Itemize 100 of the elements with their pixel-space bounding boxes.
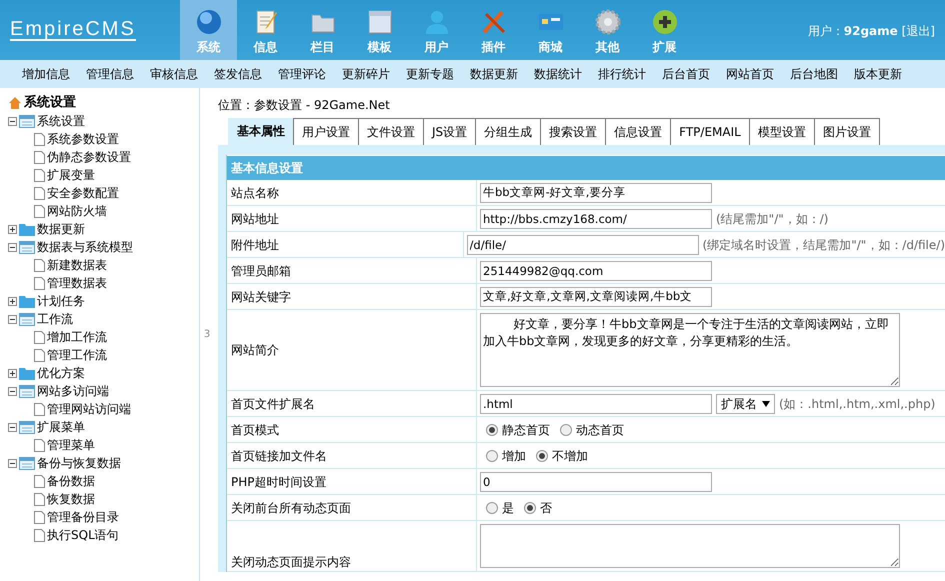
breadcrumb: 位置：参数设置 - 92Game.Net xyxy=(218,97,391,114)
tree-item[interactable]: 工作流 xyxy=(37,310,73,328)
text-field[interactable]: 251449982@qq.com xyxy=(480,260,712,280)
home-icon xyxy=(8,96,22,110)
collapse-toggle-icon[interactable] xyxy=(8,242,17,252)
plus-icon xyxy=(650,8,678,36)
tree-item[interactable]: 安全参数配置 xyxy=(47,184,119,202)
window-icon xyxy=(366,8,394,36)
tree-item[interactable]: 系统参数设置 xyxy=(47,130,119,148)
tree-item[interactable]: 网站防火墙 xyxy=(47,202,107,220)
folder-icon xyxy=(19,366,35,380)
user-label: 用户： xyxy=(808,24,844,38)
field-label: 关闭动态页面提示内容 xyxy=(227,521,477,571)
radio-label: 静态首页 xyxy=(502,422,550,438)
radio-button[interactable] xyxy=(560,424,572,436)
radio-label: 否 xyxy=(540,500,552,516)
list-folder-icon xyxy=(19,384,35,398)
expand-toggle-icon[interactable] xyxy=(8,296,17,306)
field-label: 首页模式 xyxy=(227,417,477,442)
page-icon xyxy=(34,402,45,416)
menu-link[interactable]: 管理评论 xyxy=(270,65,334,83)
tree-item[interactable]: 新建数据表 xyxy=(47,256,107,274)
menu-link[interactable]: 更新碎片 xyxy=(334,65,398,83)
page-icon xyxy=(34,474,45,488)
field-label: 站点名称 xyxy=(227,180,477,205)
text-field[interactable]: .html xyxy=(480,394,712,414)
radio-label: 增加 xyxy=(502,448,526,464)
section-heading: 基本信息设置 xyxy=(227,155,945,180)
menu-link[interactable]: 排行统计 xyxy=(590,65,654,83)
tree-item[interactable]: 备份与恢复数据 xyxy=(37,454,121,472)
tree-item[interactable]: 管理网站访问端 xyxy=(47,400,131,418)
list-folder-icon xyxy=(19,456,35,470)
collapse-toggle-icon[interactable] xyxy=(8,116,17,126)
tab[interactable]: 基本属性 xyxy=(228,118,294,145)
page-icon xyxy=(34,258,45,272)
expand-toggle-icon[interactable] xyxy=(8,224,17,234)
menu-link[interactable]: 网站首页 xyxy=(718,65,782,83)
page-icon xyxy=(34,330,45,344)
menu-link[interactable]: 签发信息 xyxy=(206,65,270,83)
tree-item[interactable]: 管理备份目录 xyxy=(47,508,119,526)
collapse-toggle-icon[interactable] xyxy=(8,386,17,396)
collapse-toggle-icon[interactable] xyxy=(8,422,17,432)
radio-label: 不增加 xyxy=(552,448,588,464)
radio-button[interactable] xyxy=(486,450,498,462)
menu-link[interactable]: 版本更新 xyxy=(846,65,910,83)
user-name: 92game xyxy=(844,24,898,38)
tree-item[interactable]: 数据表与系统模型 xyxy=(37,238,133,256)
page-icon xyxy=(34,276,45,290)
tree-item[interactable]: 管理菜单 xyxy=(47,436,95,454)
text-field[interactable]: 0 xyxy=(480,472,712,492)
tree-item[interactable]: 执行SQL语句 xyxy=(47,526,119,544)
menu-link[interactable]: 管理信息 xyxy=(78,65,142,83)
radio-button[interactable] xyxy=(524,502,536,514)
radio-button[interactable] xyxy=(486,502,498,514)
tree-item[interactable]: 伪静态参数设置 xyxy=(47,148,131,166)
menu-link[interactable]: 后台首页 xyxy=(654,65,718,83)
menu-link[interactable]: 更新专题 xyxy=(398,65,462,83)
collapse-toggle-icon[interactable] xyxy=(8,458,17,468)
page-icon xyxy=(34,510,45,524)
tree-title: 系统设置 xyxy=(24,94,76,112)
menu-link[interactable]: 数据更新 xyxy=(462,65,526,83)
tree-item[interactable]: 扩展菜单 xyxy=(37,418,85,436)
radio-button[interactable] xyxy=(536,450,548,462)
tree-item[interactable]: 备份数据 xyxy=(47,472,95,490)
hint-text: (结尾需加"/"，如：/) xyxy=(716,210,828,228)
radio-button[interactable] xyxy=(486,424,498,436)
tree-item[interactable]: 管理数据表 xyxy=(47,274,107,292)
select-dropdown[interactable]: 扩展名 xyxy=(716,394,775,414)
field-label: 管理员邮箱 xyxy=(227,258,477,283)
tree-item[interactable]: 扩展变量 xyxy=(47,166,95,184)
menu-link[interactable]: 增加信息 xyxy=(14,65,78,83)
tree-item[interactable]: 计划任务 xyxy=(37,292,85,310)
folder-icon xyxy=(19,222,35,236)
page-icon xyxy=(34,132,45,146)
page-icon xyxy=(34,204,45,218)
tree-item[interactable]: 增加工作流 xyxy=(47,328,107,346)
tab[interactable]: 图片设置 xyxy=(814,118,880,145)
text-field[interactable]: http://bbs.cmzy168.com/ xyxy=(480,208,712,228)
expand-toggle-icon[interactable] xyxy=(8,368,17,378)
text-field[interactable]: 文章,好文章,文章网,文章阅读网,牛bb文 xyxy=(480,286,712,306)
menu-link[interactable]: 后台地图 xyxy=(782,65,846,83)
text-field[interactable]: /d/file/ xyxy=(466,234,699,254)
radio-label: 动态首页 xyxy=(576,422,624,438)
field-label: 网站地址 xyxy=(227,206,477,231)
menu-link[interactable]: 审核信息 xyxy=(142,65,206,83)
field-label: 首页链接加文件名 xyxy=(227,443,477,468)
tab[interactable]: 用户设置 xyxy=(293,118,359,145)
tree-item[interactable]: 数据更新 xyxy=(37,220,85,238)
tree-item[interactable]: 系统设置 xyxy=(37,112,85,130)
tree-item[interactable]: 网站多访问端 xyxy=(37,382,109,400)
text-field[interactable]: 牛bb文章网-好文章,要分享 xyxy=(480,182,712,202)
tree-item[interactable]: 优化方案 xyxy=(37,364,85,382)
text-area[interactable]: 好文章，要分享！牛bb文章网是一个专注于生活的文章阅读网站，立即加入牛bb文章网，发现更多的好文章，分享更精彩的生活。 xyxy=(480,313,900,387)
tree-item[interactable]: 管理工作流 xyxy=(47,346,107,364)
field-label: 首页文件扩展名 xyxy=(227,391,477,416)
collapse-toggle-icon[interactable] xyxy=(8,314,17,324)
splitter-handle[interactable]: 3 xyxy=(204,327,210,342)
menu-link[interactable]: 数据统计 xyxy=(526,65,590,83)
field-label: 关闭前台所有动态页面 xyxy=(227,495,477,520)
tree-item[interactable]: 恢复数据 xyxy=(47,490,95,508)
